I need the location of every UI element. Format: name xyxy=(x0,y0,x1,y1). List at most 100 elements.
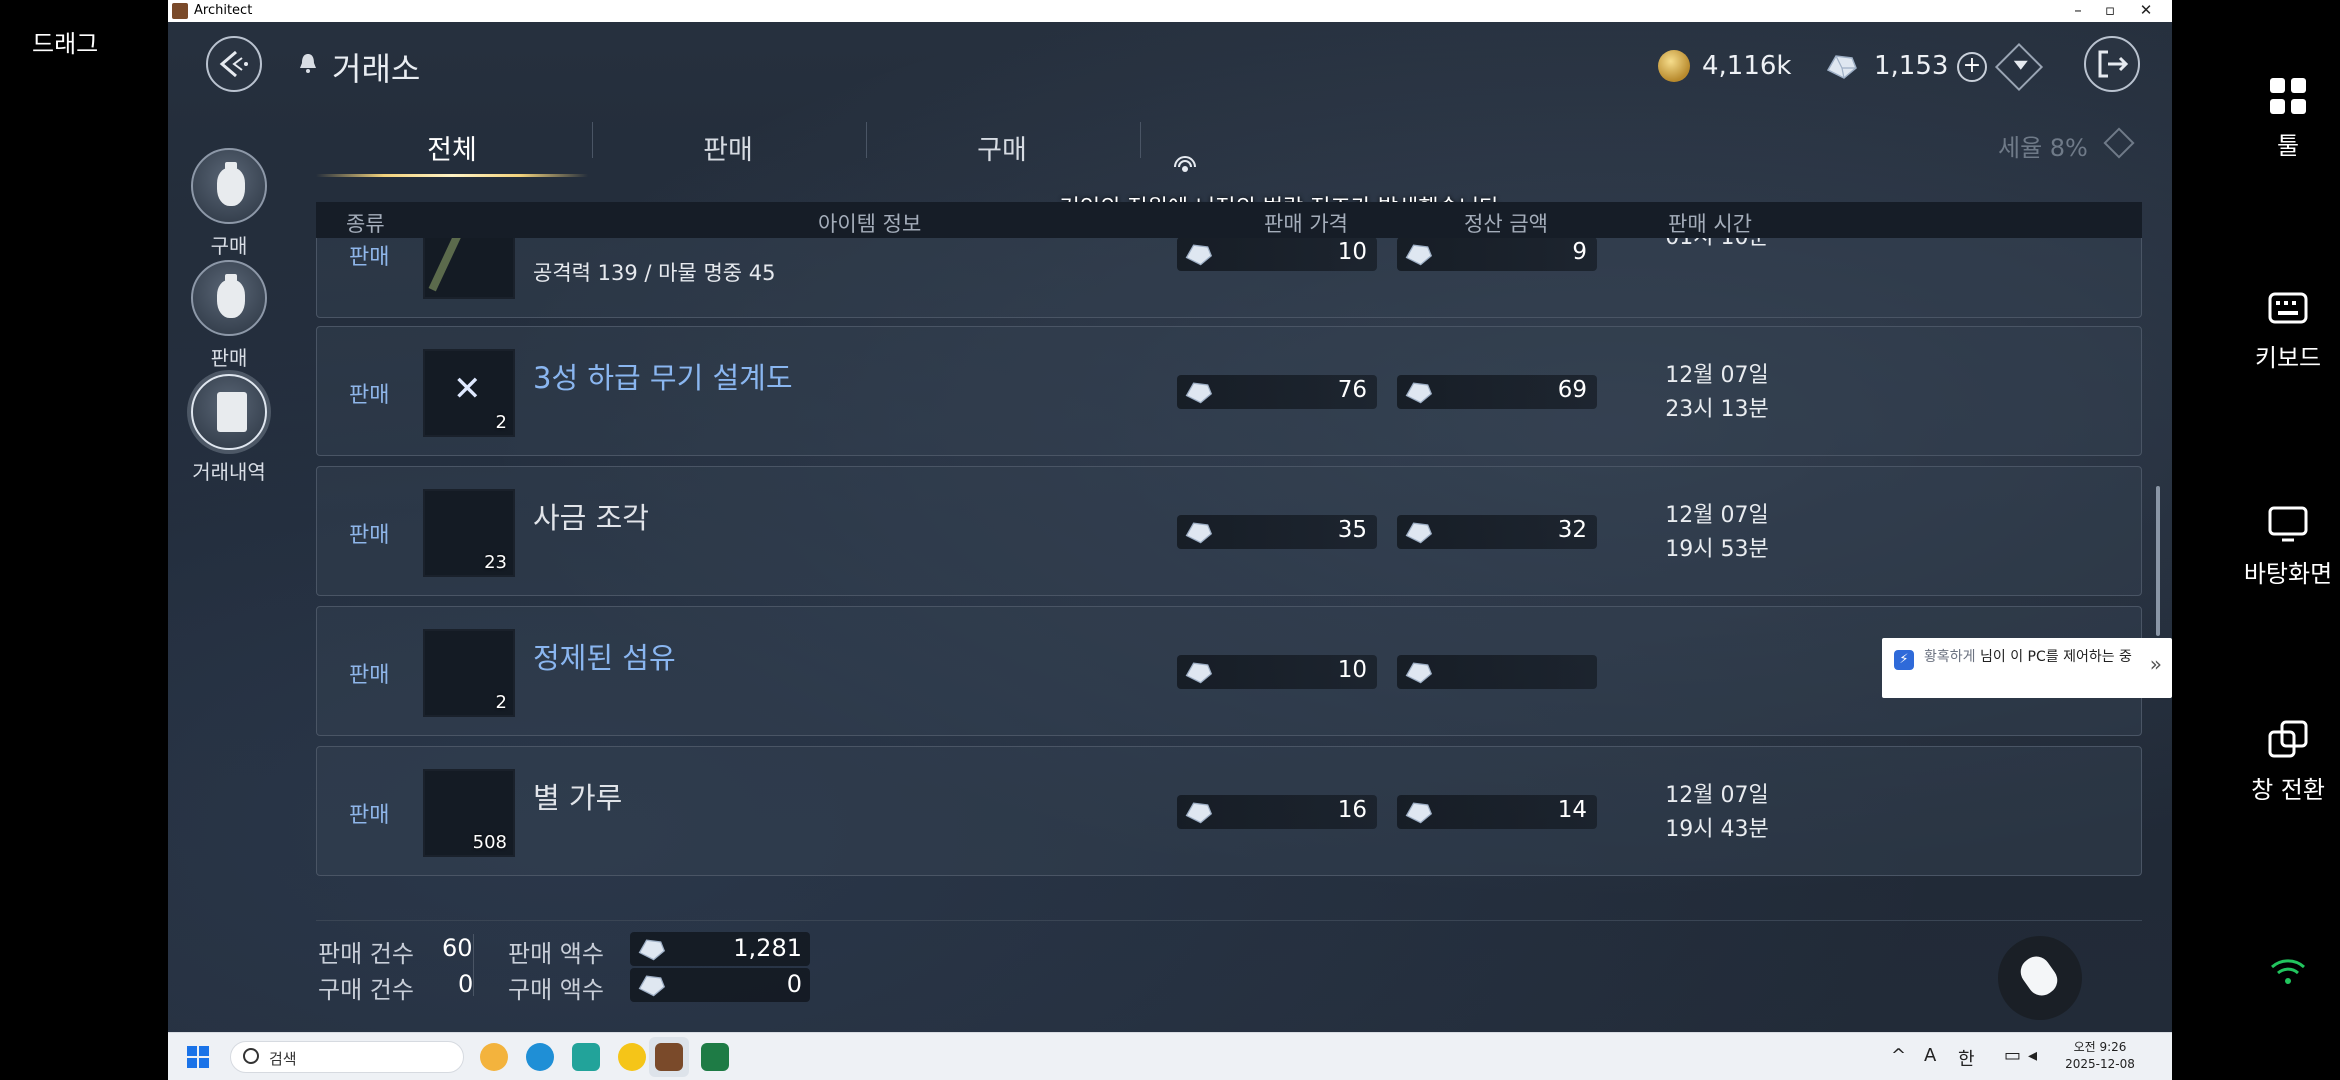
keyboard-button[interactable]: 키보드 xyxy=(2236,286,2340,373)
active-tab-indicator xyxy=(316,174,588,177)
window-title: Architect xyxy=(194,3,253,18)
table-row[interactable]: 판매 2 정제된 섬유 10 xyxy=(316,606,2142,736)
keyboard-icon xyxy=(2268,292,2308,324)
mouse-mode-button[interactable] xyxy=(1998,936,2082,1020)
remote-control-icon: ⚡ xyxy=(1894,650,1914,670)
taskbar-clock[interactable]: 오전 9:26 2025-12-08 xyxy=(2060,1039,2140,1073)
crystal-icon xyxy=(1405,522,1433,544)
money-bag-icon xyxy=(191,260,267,336)
side-nav-label: 판매 xyxy=(210,346,248,370)
item-stats: 공격력 139 / 마물 명중 45 xyxy=(533,261,776,285)
fabric-item-icon: 2 xyxy=(423,629,515,717)
crystal-icon xyxy=(1405,382,1433,404)
language-indicator[interactable]: 한 xyxy=(1958,1045,1975,1071)
excel-icon[interactable] xyxy=(701,1043,729,1071)
exit-button[interactable] xyxy=(2084,36,2140,92)
divider xyxy=(316,920,2142,921)
sale-clock: 23시 13분 xyxy=(1665,397,1769,422)
sell-amount: 1,281 xyxy=(630,932,810,966)
sale-time: 12월 07일 19시 53분 xyxy=(1637,499,1797,567)
drag-label[interactable]: 드래그 xyxy=(32,24,98,59)
buy-amount-value: 0 xyxy=(786,970,802,998)
row-type: 판매 xyxy=(349,803,390,828)
app-window: Architect – ▫ ✕ 거래소 4,116k 1,153 + 구매 판매… xyxy=(168,0,2172,1080)
sale-price-value: 76 xyxy=(1337,377,1367,403)
close-button[interactable]: ✕ xyxy=(2126,0,2166,22)
side-nav-sell[interactable]: 판매 xyxy=(182,260,276,371)
crystal-icon xyxy=(1185,244,1213,266)
remote-control-toast[interactable]: ⚡ 황혹하게 님이 이 PC를 제어하는 중 » xyxy=(1882,638,2172,698)
desktop-button[interactable]: 바탕화면 xyxy=(2236,502,2340,589)
rail-label: 툴 xyxy=(2276,132,2300,160)
buy-count: 0 xyxy=(458,970,474,998)
architect-app-icon[interactable] xyxy=(655,1043,683,1071)
table-row[interactable]: 판매 508 별 가루 16 14 12월 07일 19시 43분 xyxy=(316,746,2142,876)
back-button[interactable] xyxy=(206,36,262,92)
table-row[interactable]: 판매 2 3성 하급 무기 설계도 76 69 12월 07일 23시 13분 xyxy=(316,326,2142,456)
tab-buy[interactable]: 구매 xyxy=(866,128,1138,170)
bell-icon xyxy=(300,54,316,73)
settle-amount: 69 xyxy=(1397,375,1597,409)
app-icon[interactable] xyxy=(618,1043,646,1071)
game-viewport: 거래소 4,116k 1,153 + 구매 판매 거래내역 전체 판매 구매 세… xyxy=(168,22,2172,1032)
table-row[interactable]: 판매 23 사금 조각 35 32 12월 07일 19시 53분 xyxy=(316,466,2142,596)
toast-expand-button[interactable]: » xyxy=(2150,652,2162,676)
info-icon[interactable] xyxy=(2103,127,2135,159)
toast-message: 님이 이 PC를 제어하는 중 xyxy=(1979,649,2132,665)
sell-count-label: 판매 건수 xyxy=(318,940,414,968)
sale-price-value: 35 xyxy=(1337,517,1367,543)
edge-browser-icon[interactable] xyxy=(526,1043,554,1071)
settle-amount xyxy=(1397,655,1597,689)
currency-dropdown-button[interactable] xyxy=(1994,42,2044,92)
tab-sell[interactable]: 판매 xyxy=(592,128,864,170)
side-nav-history[interactable]: 거래내역 xyxy=(182,374,276,485)
sale-price: 76 xyxy=(1177,375,1377,409)
network-icon[interactable]: ▭ xyxy=(2004,1045,2021,1066)
settle-amount-value: 9 xyxy=(1572,239,1587,265)
side-nav-buy[interactable]: 구매 xyxy=(182,148,276,259)
side-nav-label: 구매 xyxy=(210,234,248,258)
window-switch-button[interactable]: 창 전환 xyxy=(2236,718,2340,805)
table-row[interactable]: 판매 공격력 139 / 마물 명중 45 10 9 01시 10분 xyxy=(316,238,2142,318)
crystal-icon xyxy=(1185,522,1213,544)
input-mode-indicator[interactable]: A xyxy=(1924,1045,1936,1066)
sale-time: 12월 07일 23시 13분 xyxy=(1637,359,1797,427)
row-type: 판매 xyxy=(349,245,390,270)
back-arrow-icon xyxy=(219,50,248,78)
rail-label: 바탕화면 xyxy=(2243,560,2333,588)
column-type: 종류 xyxy=(346,212,385,236)
app-icon xyxy=(172,3,188,19)
tab-all[interactable]: 전체 xyxy=(316,128,588,170)
remote-toolbar: 툴 키보드 바탕화면 창 전환 xyxy=(2236,0,2340,1080)
tool-button[interactable]: 툴 xyxy=(2236,74,2340,161)
bow-item-icon xyxy=(423,238,515,299)
scrollbar[interactable] xyxy=(2156,486,2160,636)
window-switch-icon xyxy=(2268,720,2308,758)
taskbar-search[interactable]: 검색 xyxy=(230,1041,464,1073)
app-icon[interactable] xyxy=(572,1043,600,1071)
sale-price-value: 10 xyxy=(1337,239,1367,265)
tab-divider xyxy=(1140,122,1141,158)
volume-icon[interactable]: ◂ xyxy=(2028,1045,2037,1066)
add-currency-button[interactable]: + xyxy=(1957,52,1987,82)
row-type: 판매 xyxy=(349,523,390,548)
settle-amount-value: 14 xyxy=(1557,797,1587,823)
column-item: 아이템 정보 xyxy=(818,212,922,236)
item-name: 별 가루 xyxy=(533,781,623,815)
crystal-icon xyxy=(638,939,666,961)
sale-clock: 01시 10분 xyxy=(1637,238,1797,255)
sale-price-value: 10 xyxy=(1337,657,1367,683)
item-count: 23 xyxy=(484,552,507,573)
maximize-button[interactable]: ▫ xyxy=(2090,0,2130,22)
weather-icon[interactable] xyxy=(480,1043,508,1071)
column-price: 판매 가격 xyxy=(1264,212,1348,236)
windows-start-icon[interactable] xyxy=(186,1045,210,1069)
sale-clock: 19시 53분 xyxy=(1665,537,1769,562)
buy-amount: 0 xyxy=(630,968,810,1002)
sale-clock: 19시 43분 xyxy=(1665,817,1769,842)
clock-time: 오전 9:26 xyxy=(2073,1040,2127,1054)
trade-list[interactable]: 판매 공격력 139 / 마물 명중 45 10 9 01시 10분 xyxy=(316,238,2142,983)
search-placeholder: 검색 xyxy=(269,1050,297,1068)
sale-price: 35 xyxy=(1177,515,1377,549)
tray-overflow-button[interactable]: ^ xyxy=(1891,1045,1906,1066)
